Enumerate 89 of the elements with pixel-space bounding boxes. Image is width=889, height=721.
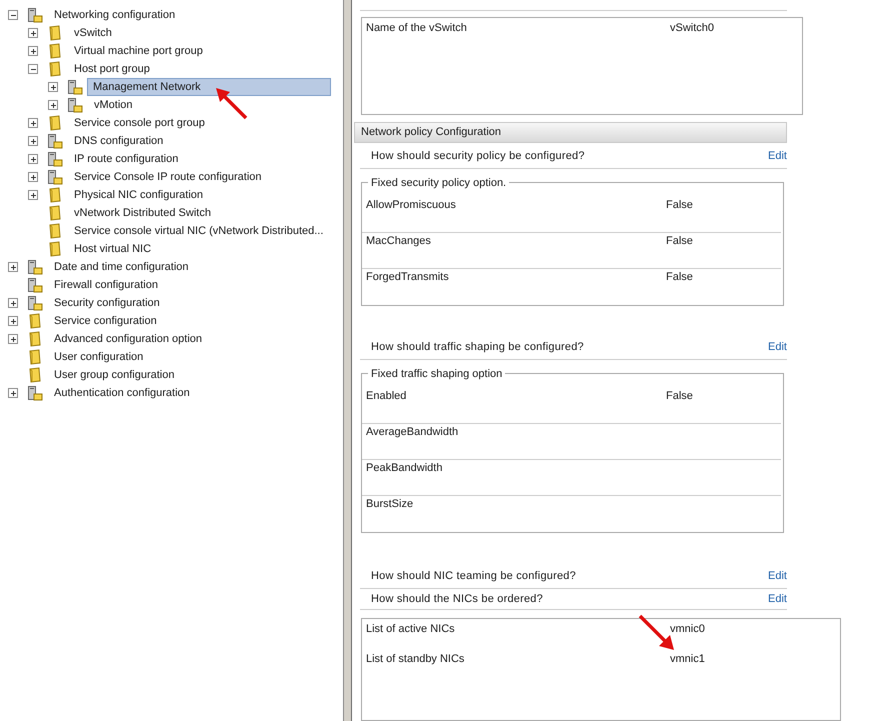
edit-link[interactable]: Edit	[768, 341, 787, 354]
expand-toggle[interactable]	[28, 190, 38, 200]
expand-toggle[interactable]	[8, 388, 18, 398]
expand-toggle[interactable]	[8, 316, 18, 326]
property-value: False	[666, 390, 693, 402]
tree-item[interactable]: Networking configuration	[53, 6, 176, 24]
server-folder-icon	[67, 79, 83, 95]
question-text: How should traffic shaping be configured?	[371, 341, 584, 354]
expand-toggle[interactable]	[28, 28, 38, 38]
collapse-toggle[interactable]	[8, 10, 18, 20]
collapse-toggle[interactable]	[28, 64, 38, 74]
tree-item[interactable]: Host virtual NIC	[73, 240, 152, 258]
tree-item[interactable]: Service configuration	[53, 312, 158, 330]
server-folder-icon	[27, 277, 43, 293]
tree-item[interactable]: Firewall configuration	[53, 276, 159, 294]
edit-link[interactable]: Edit	[768, 592, 787, 605]
folder-icon	[47, 223, 63, 239]
tree-item[interactable]: Host port group	[73, 60, 151, 78]
expand-toggle[interactable]	[28, 118, 38, 128]
server-folder-icon	[27, 385, 43, 401]
tree-item[interactable]: vSwitch	[73, 24, 113, 42]
question-text: How should NIC teaming be configured?	[371, 570, 576, 582]
pane-splitter[interactable]	[343, 0, 352, 721]
folder-icon	[27, 349, 43, 365]
expand-toggle[interactable]	[48, 82, 58, 92]
group-legend: Fixed security policy option.	[368, 176, 510, 189]
server-folder-icon	[27, 259, 43, 275]
edit-link[interactable]: Edit	[768, 570, 787, 582]
tree-item[interactable]: vMotion	[93, 96, 134, 114]
server-folder-icon	[27, 295, 43, 311]
group-legend: Fixed traffic shaping option	[368, 368, 506, 380]
server-folder-icon	[67, 97, 83, 113]
expand-toggle[interactable]	[8, 334, 18, 344]
tree-item[interactable]: Authentication configuration	[53, 384, 191, 402]
tree-item[interactable]: User group configuration	[53, 366, 176, 384]
tree-item[interactable]: Physical NIC configuration	[73, 186, 204, 204]
tree-item[interactable]: Management Network	[87, 78, 331, 96]
edit-link[interactable]: Edit	[768, 150, 787, 162]
folder-icon	[27, 331, 43, 347]
section-header: Network policy Configuration	[354, 122, 787, 143]
property-value: False	[666, 270, 693, 283]
expand-toggle[interactable]	[28, 154, 38, 164]
property-value: vSwitch0	[670, 22, 714, 34]
expand-toggle[interactable]	[8, 298, 18, 308]
tree-item[interactable]: Security configuration	[53, 294, 161, 312]
tree-item[interactable]: User configuration	[53, 348, 144, 366]
folder-icon	[47, 187, 63, 203]
tree-item[interactable]: Service console virtual NIC (vNetwork Distributed...	[73, 222, 324, 240]
tree-item[interactable]: Virtual machine port group	[73, 42, 204, 60]
property-name: AverageBandwidth	[366, 426, 458, 438]
property-name: PeakBandwidth	[366, 462, 442, 474]
tree-item[interactable]: Service console port group	[73, 114, 206, 132]
expand-toggle[interactable]	[48, 100, 58, 110]
folder-icon	[47, 25, 63, 41]
folder-icon	[47, 61, 63, 77]
folder-icon	[47, 205, 63, 221]
property-value: False	[666, 198, 693, 211]
expand-toggle[interactable]	[28, 46, 38, 56]
folder-icon	[47, 241, 63, 257]
question-text: How should the NICs be ordered?	[371, 592, 543, 605]
server-folder-icon	[47, 133, 63, 149]
question-text: How should security policy be configured?	[371, 150, 585, 162]
folder-icon	[47, 43, 63, 59]
tree-item[interactable]: Date and time configuration	[53, 258, 190, 276]
property-name: ForgedTransmits	[366, 270, 449, 283]
property-name: MacChanges	[366, 234, 431, 247]
property-name: AllowPromiscuous	[366, 198, 456, 211]
folder-icon	[27, 313, 43, 329]
property-value: False	[666, 234, 693, 247]
expand-toggle[interactable]	[28, 136, 38, 146]
property-name: List of standby NICs	[366, 653, 464, 666]
tree-item[interactable]: IP route configuration	[73, 150, 180, 168]
server-folder-icon	[47, 151, 63, 167]
property-name: BurstSize	[366, 498, 414, 510]
expand-toggle[interactable]	[8, 262, 18, 272]
property-name: Name of the vSwitch	[366, 22, 467, 34]
tree-item[interactable]: Advanced configuration option	[53, 330, 203, 348]
property-value: vmnic0	[670, 623, 705, 636]
expand-toggle[interactable]	[28, 172, 38, 182]
tree-item[interactable]: Service Console IP route configuration	[73, 168, 263, 186]
tree-item[interactable]: DNS configuration	[73, 132, 164, 150]
tree-item[interactable]: vNetwork Distributed Switch	[73, 204, 212, 222]
folder-icon	[47, 115, 63, 131]
property-name: List of active NICs	[366, 623, 455, 636]
server-folder-icon	[27, 7, 43, 23]
property-value: vmnic1	[670, 653, 705, 666]
folder-icon	[27, 367, 43, 383]
server-folder-icon	[47, 169, 63, 185]
property-name: Enabled	[366, 390, 406, 402]
